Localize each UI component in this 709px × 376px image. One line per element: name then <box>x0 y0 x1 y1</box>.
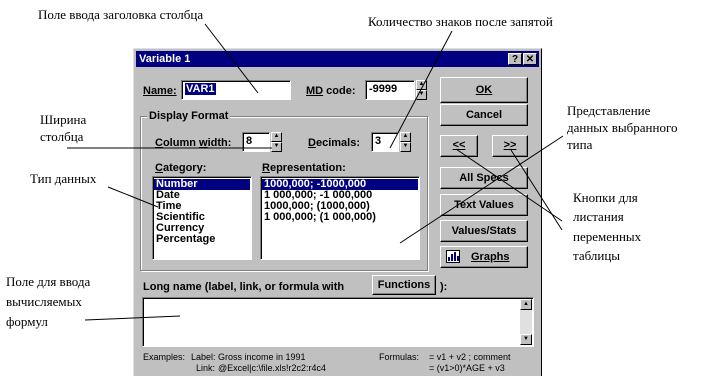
annotation-repr-line1: Представление <box>567 103 651 118</box>
annotation-title-field: Поле ввода заголовка столбца <box>38 7 204 22</box>
representation-list[interactable]: 1000,000; -1000,000 1 000,000; -1 000,000… <box>260 176 420 260</box>
md-code-label: MD code: <box>306 85 356 97</box>
md-code-input[interactable]: -9999 <box>365 80 415 100</box>
all-specs-button[interactable]: All Specs <box>440 167 528 189</box>
long-name-scrollbar[interactable]: ▲ ▼ <box>520 299 532 345</box>
annotation-formula-line2: вычисляемых <box>6 294 82 309</box>
annotation-formula-line3: формул <box>6 314 48 329</box>
annotation-repr-line3: типа <box>567 137 593 152</box>
long-name-textarea[interactable] <box>142 297 534 347</box>
prev-variable-label: << <box>452 139 466 151</box>
dialog-titlebar: Variable 1 ? ✕ <box>136 51 539 67</box>
decimals-spinner[interactable]: ▲ ▼ <box>400 132 411 152</box>
spin-down-icon[interactable]: ▼ <box>271 142 282 152</box>
name-value: VAR1 <box>185 83 216 95</box>
decimals-label: Decimals: <box>308 137 360 149</box>
values-stats-button[interactable]: Values/Stats <box>440 220 528 242</box>
annotation-width-line2: столбца <box>40 129 84 144</box>
graphs-label: Graphs <box>471 251 510 263</box>
decimals-input[interactable]: 3 <box>371 132 399 152</box>
annotation-width-line1: Ширина <box>40 112 87 127</box>
annotation-nav-line3: переменных <box>573 229 642 244</box>
example-formulas-key: Formulas: <box>379 352 420 362</box>
display-format-label: Display Format <box>147 110 231 122</box>
spin-up-icon[interactable]: ▲ <box>416 80 427 90</box>
prev-variable-button[interactable]: << <box>440 135 478 157</box>
annotation-decimals: Количество знаков после запятой <box>368 14 553 29</box>
representation-item[interactable]: 1 000,000; (1 000,000) <box>262 212 418 223</box>
column-width-label: Column width: <box>155 137 232 149</box>
example-formula-1: = v1 + v2 ; comment <box>429 352 511 362</box>
annotation-nav-line4: таблицы <box>573 248 621 263</box>
spin-up-icon[interactable]: ▲ <box>400 132 411 142</box>
next-variable-button[interactable]: >> <box>492 135 528 157</box>
ok-label: OK <box>475 84 493 96</box>
spin-down-icon[interactable]: ▼ <box>416 90 427 100</box>
annotation-nav-line2: листания <box>573 209 624 224</box>
text-values-button[interactable]: Text Values <box>440 194 528 216</box>
category-list[interactable]: Number Date Time Scientific Currency Percenta… <box>152 176 252 260</box>
category-item[interactable]: Percentage <box>154 234 250 245</box>
scroll-down-icon[interactable]: ▼ <box>520 334 532 345</box>
name-label: Name: <box>143 85 177 97</box>
representation-label: Representation: <box>262 162 346 174</box>
spin-up-icon[interactable]: ▲ <box>271 132 282 142</box>
examples-label: Examples: <box>143 352 186 362</box>
long-name-label: Long name (label, link, or formula with <box>143 281 345 293</box>
functions-button[interactable]: Functions <box>372 275 436 295</box>
variable-dialog: Variable 1 ? ✕ Name: VAR1 MD code: -9999… <box>133 48 542 376</box>
category-label: Category: <box>155 162 207 174</box>
scroll-up-icon[interactable]: ▲ <box>520 299 532 310</box>
example-link-value: @Excel|c:\file.xls!r2c2:r4c4 <box>218 363 327 373</box>
column-width-spinner[interactable]: ▲ ▼ <box>271 132 282 152</box>
md-code-spinner[interactable]: ▲ ▼ <box>416 80 427 100</box>
annotation-nav-line1: Кнопки для <box>573 190 638 205</box>
spin-down-icon[interactable]: ▼ <box>400 142 411 152</box>
annotation-repr-line2: данных выбранного <box>567 120 678 135</box>
help-button[interactable]: ? <box>508 53 522 65</box>
column-width-input[interactable]: 8 <box>242 132 270 152</box>
example-label-value: Gross income in 1991 <box>218 352 306 362</box>
ok-button[interactable]: OK <box>440 77 528 103</box>
name-input[interactable]: VAR1 <box>181 80 291 100</box>
dialog-title: Variable 1 <box>139 53 191 65</box>
example-link-key: Link: <box>196 363 216 373</box>
annotation-type: Тип данных <box>30 171 97 186</box>
close-button[interactable]: ✕ <box>523 53 537 65</box>
example-formula-2: = (v1>0)*AGE + v3 <box>429 363 505 373</box>
next-variable-label: >> <box>503 139 517 151</box>
annotation-formula-line1: Поле для ввода <box>6 274 91 289</box>
cancel-button[interactable]: Cancel <box>440 104 528 126</box>
bar-chart-icon <box>446 250 460 263</box>
example-label-key: Label: <box>191 352 216 362</box>
long-name-suffix: ): <box>440 281 448 293</box>
graphs-button[interactable]: Graphs <box>440 246 528 268</box>
